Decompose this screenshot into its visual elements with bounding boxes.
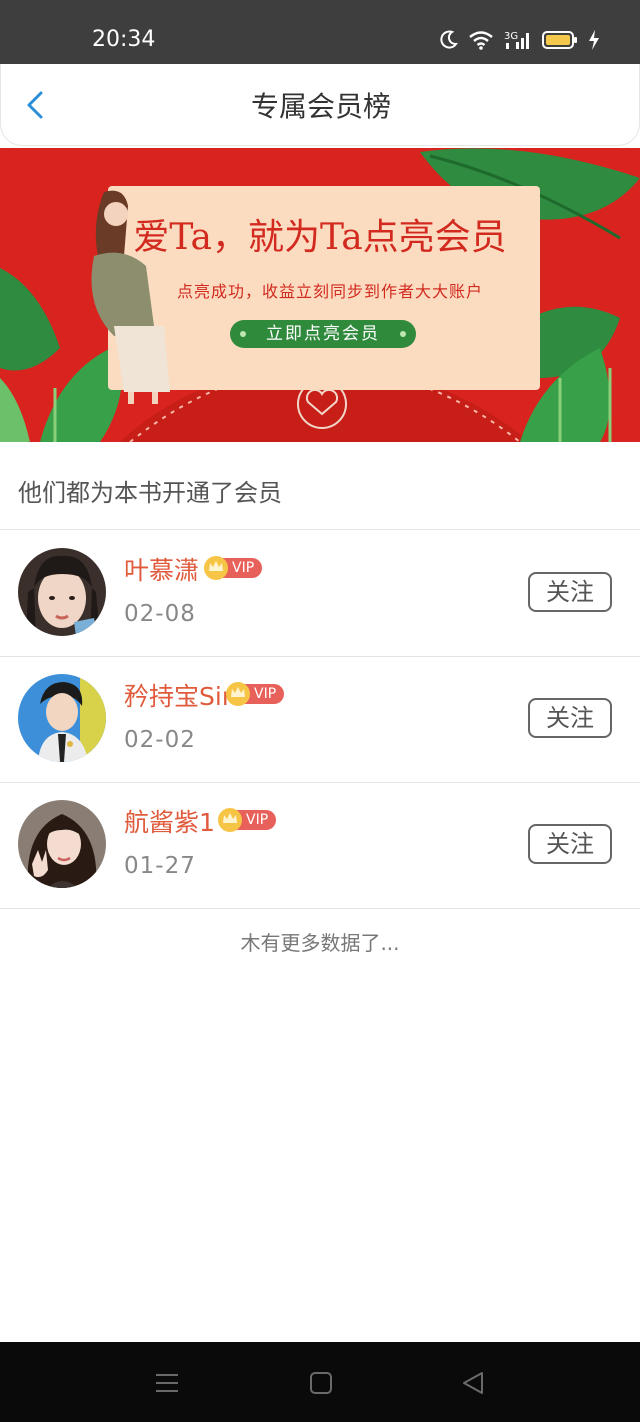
divider <box>0 908 640 909</box>
section-title: 他们都为本书开通了会员 <box>18 479 282 507</box>
banner-subtitle: 点亮成功，收益立刻同步到作者大大账户 <box>176 282 483 301</box>
avatar[interactable] <box>18 548 106 636</box>
charging-icon <box>588 30 600 50</box>
member-row[interactable]: 航酱紫1 VIP 01-27 关注 <box>0 782 640 908</box>
vip-badge-label: VIP <box>254 686 277 702</box>
status-time: 20:34 <box>92 27 156 52</box>
system-back-button[interactable] <box>458 1368 488 1398</box>
status-icons: 3G <box>440 24 600 56</box>
avatar[interactable] <box>18 800 106 888</box>
membership-banner[interactable]: 爱Ta，就为Ta点亮会员 点亮成功，收益立刻同步到作者大大账户 立即点亮会员 <box>0 148 640 442</box>
member-row[interactable]: 矜持宝Sir VIP 02-02 关注 <box>0 656 640 782</box>
banner-headline: 爱Ta，就为Ta点亮会员 <box>133 217 507 258</box>
nav-header: 专属会员榜 <box>0 64 640 146</box>
member-name[interactable]: 矜持宝Sir <box>124 680 232 714</box>
member-date: 02-08 <box>124 601 196 627</box>
follow-button[interactable]: 关注 <box>528 824 612 864</box>
home-icon <box>310 1372 332 1394</box>
page-title: 专属会员榜 <box>250 90 391 123</box>
vip-badge-label: VIP <box>232 560 255 576</box>
home-button[interactable] <box>306 1368 336 1398</box>
moon-icon <box>440 30 458 50</box>
vip-badge-label: VIP <box>246 812 269 828</box>
system-nav-bar <box>0 1342 640 1422</box>
member-name[interactable]: 叶慕潇 <box>124 554 199 588</box>
signal-icon: 3G <box>504 29 532 51</box>
follow-button[interactable]: 关注 <box>528 698 612 738</box>
end-of-list-text: 木有更多数据了... <box>240 931 400 955</box>
member-date: 02-02 <box>124 727 196 753</box>
member-row[interactable]: 叶慕潇 VIP 02-08 关注 <box>0 530 640 656</box>
member-date: 01-27 <box>124 853 196 879</box>
follow-button[interactable]: 关注 <box>528 572 612 612</box>
status-bar: 20:34 3G <box>0 0 640 64</box>
avatar[interactable] <box>18 674 106 762</box>
back-icon <box>463 1372 483 1394</box>
menu-button[interactable] <box>152 1368 182 1398</box>
light-up-membership-button[interactable]: 立即点亮会员 <box>230 320 416 348</box>
battery-icon <box>542 30 578 50</box>
wifi-icon <box>468 30 494 50</box>
menu-icon <box>156 1374 178 1392</box>
member-name[interactable]: 航酱紫1 <box>124 806 215 840</box>
